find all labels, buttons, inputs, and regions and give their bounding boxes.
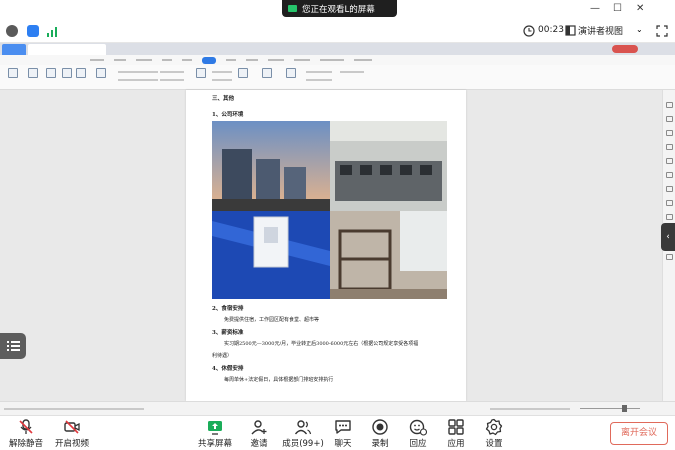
shared-screen: 三、其他 1、公司环境 2、食宿安排 免费提供住宿，工作园区配有食堂、超市等 3… — [0, 43, 675, 415]
wps-tab-bar — [0, 43, 675, 55]
dormitory-photo — [330, 211, 447, 299]
doc-section-salary: 3、薪资标准 — [212, 330, 244, 336]
maximize-icon[interactable]: ☐ — [613, 3, 622, 14]
share-screen-button[interactable]: 共享屏幕 — [193, 418, 237, 450]
presenter-view-button[interactable]: 演讲者视图 — [578, 24, 623, 37]
doc-accommodation-body: 免费提供住宿，工作园区配有食堂、超市等 — [224, 317, 320, 323]
doc-section-vacation: 4、休假安排 — [212, 366, 244, 372]
meeting-title-bar: 您正在观看L的屏幕 — ☐ ✕ — [0, 0, 675, 20]
info-icon[interactable] — [6, 25, 18, 37]
camera-off-icon — [64, 420, 80, 434]
members-icon — [294, 420, 312, 435]
settings-button[interactable]: 设置 — [472, 418, 516, 450]
doc-vacation-body: 每周单休+法定假日，具体根据部门排班安排执行 — [224, 377, 334, 383]
side-panel-toggle[interactable]: ‹ — [661, 223, 675, 251]
office-workspace-photo — [330, 121, 447, 211]
close-icon[interactable]: ✕ — [636, 3, 644, 14]
wps-document-tab — [28, 44, 106, 55]
doc-salary-body-2: 利待遇） — [212, 353, 233, 359]
meeting-info-bar: 00:23 演讲者视图 ⌄ — [0, 20, 675, 43]
wps-status-bar — [0, 401, 675, 415]
fullscreen-icon[interactable] — [656, 25, 668, 37]
doc-section-company: 1、公司环境 — [212, 112, 244, 118]
wps-ribbon — [0, 65, 675, 90]
chat-icon — [335, 420, 351, 434]
invite-button[interactable]: 邀请 — [237, 418, 281, 450]
members-button[interactable]: 成员(99+) — [281, 418, 325, 450]
doc-heading: 三、其他 — [212, 96, 235, 102]
start-video-button[interactable]: 开启视频 — [50, 418, 94, 450]
document-outline-button[interactable] — [0, 333, 26, 359]
reaction-icon — [409, 419, 427, 436]
signal-icon[interactable] — [46, 25, 58, 37]
presenter-view-icon — [565, 25, 576, 36]
list-icon — [7, 341, 20, 351]
share-screen-icon — [208, 421, 222, 435]
meeting-timer: 00:23 — [538, 25, 564, 35]
office-building-photo — [212, 121, 330, 211]
security-shield-icon[interactable] — [27, 25, 39, 37]
invite-icon — [251, 420, 267, 435]
record-icon — [372, 419, 388, 435]
timer-icon — [523, 25, 535, 37]
document-page: 三、其他 1、公司环境 2、食宿安排 免费提供住宿，工作园区配有食堂、超市等 3… — [186, 90, 466, 401]
doc-section-accommodation: 2、食宿安排 — [212, 306, 244, 312]
settings-icon — [485, 418, 503, 436]
meeting-toolbar: 解除静音 开启视频 共享屏幕 邀请 成员(99+) 聊天 录制 回应 应用 设置… — [0, 415, 675, 450]
unmute-button[interactable]: 解除静音 — [4, 418, 48, 450]
wps-menu-bar — [0, 55, 675, 65]
apps-icon — [448, 419, 464, 435]
wps-home-tab — [2, 44, 26, 55]
share-banner[interactable]: 您正在观看L的屏幕 — [282, 0, 397, 17]
share-banner-text: 您正在观看L的屏幕 — [302, 4, 375, 15]
document-area: 三、其他 1、公司环境 2、食宿安排 免费提供住宿，工作园区配有食堂、超市等 3… — [0, 90, 662, 401]
screen-share-icon — [288, 5, 297, 12]
wps-login-badge — [612, 45, 638, 53]
employee-badge-photo — [212, 211, 330, 299]
mic-muted-icon — [19, 419, 33, 434]
minimize-icon[interactable]: — — [590, 3, 600, 14]
wps-view-tab — [202, 56, 216, 64]
doc-salary-body-1: 实习期2500元—3000元/月，毕业转正后3000-6000元左右（根据公司规… — [224, 341, 419, 347]
leave-meeting-button[interactable]: 离开会议 — [610, 422, 668, 445]
chevron-down-icon[interactable]: ⌄ — [636, 25, 643, 34]
